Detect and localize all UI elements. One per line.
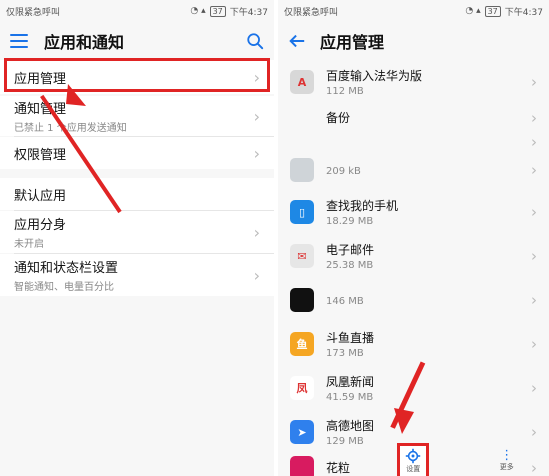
menu-item-sub: 未开启 [14, 239, 44, 250]
more-label: 更多 [499, 463, 514, 471]
signal-icon: ◔ ▴ [465, 6, 481, 16]
menu-item-default-apps[interactable]: 默认应用 [0, 178, 274, 210]
bottom-toolbar: 设置 ⋮ 更多 [362, 443, 549, 476]
right-screen: 仅限紧急呼叫 ◔ ▴ 37 下午4:37 应用管理 A 百度输入法华为版 112 M… [278, 0, 549, 476]
back-arrow-icon[interactable] [288, 32, 306, 50]
app-size: 146 MB [326, 295, 364, 307]
menu-item-permissions[interactable]: 权限管理 › [0, 137, 274, 169]
more-vertical-icon: ⋮ [500, 448, 514, 463]
app-size: 173 MB [326, 348, 364, 359]
menu-item-app-twin[interactable]: 应用分身 未开启 › [0, 211, 274, 253]
settings-button[interactable]: 设置 [397, 443, 430, 476]
signal-icon: ◔ ▴ [190, 6, 206, 16]
chevron-right-icon: › [531, 247, 537, 265]
chevron-right-icon: › [531, 73, 537, 91]
chevron-right-icon: › [531, 291, 537, 309]
app-list-item[interactable]: ▯ 查找我的手机 18.29 MB › [278, 190, 549, 234]
menu-item-sub: 智能通知、电量百分比 [14, 282, 114, 293]
menu-item-label: 默认应用 [14, 188, 67, 204]
app-icon [290, 456, 314, 476]
app-size: 25.38 MB [326, 260, 374, 271]
gear-icon [406, 448, 421, 464]
menu-item-label: 应用分身 [14, 218, 67, 233]
chevron-right-icon: › [531, 335, 537, 353]
app-icon: ▯ [290, 200, 314, 224]
highlight-box [4, 58, 270, 92]
app-icon: 鱼 [290, 332, 314, 356]
app-bar: 应用管理 [278, 22, 549, 60]
app-name: 电子邮件 [326, 243, 375, 257]
chevron-right-icon: › [531, 423, 537, 441]
left-screen: 仅限紧急呼叫 ◔ ▴ 37 下午4:37 应用和通知 应用管理 › 通知管理 已… [0, 0, 274, 476]
app-list-item[interactable]: ✉ 电子邮件 25.38 MB › [278, 234, 549, 278]
page-title: 应用和通知 [44, 33, 125, 52]
menu-item-label: 权限管理 [14, 147, 67, 163]
app-list-item[interactable]: 146 MB › [278, 278, 549, 322]
more-button[interactable]: ⋮ 更多 [499, 448, 514, 472]
app-bar: 应用和通知 [0, 22, 274, 60]
battery-icon: 37 [209, 5, 226, 17]
battery-icon: 37 [484, 5, 501, 17]
app-size: 18.29 MB [326, 216, 374, 227]
chevron-right-icon: › [253, 106, 260, 126]
chevron-right-icon: › [253, 222, 260, 242]
menu-icon[interactable] [10, 34, 28, 48]
menu-item-notifications[interactable]: 通知管理 已禁止 1 个应用发送通知 › [0, 96, 274, 136]
menu-item-sub: 已禁止 1 个应用发送通知 [14, 123, 127, 134]
app-icon: ➤ [290, 420, 314, 444]
status-bar: 仅限紧急呼叫 ◔ ▴ 37 下午4:37 [0, 0, 274, 22]
app-name: 花粒 [326, 460, 351, 475]
app-icon [290, 288, 314, 312]
app-name: 高德地图 [326, 419, 375, 433]
search-icon[interactable] [246, 32, 264, 50]
time-text: 下午4:37 [229, 7, 268, 18]
app-list-item[interactable]: 鱼斗鱼直播 173 MB › [278, 322, 549, 366]
app-name: 查找我的手机 [326, 199, 399, 213]
app-icon: 凤 [290, 376, 314, 400]
app-icon [290, 158, 314, 182]
chevron-right-icon: › [531, 203, 537, 221]
page-title: 应用管理 [320, 33, 385, 52]
menu-item-statusbar-settings[interactable]: 通知和状态栏设置 智能通知、电量百分比 › [0, 254, 274, 296]
chevron-right-icon: › [253, 143, 260, 163]
app-name: 凤凰新闻 [326, 375, 375, 389]
app-list-item[interactable]: 209 kB › [278, 148, 549, 192]
app-icon: A [290, 70, 314, 94]
app-size: 209 kB [326, 165, 361, 177]
red-arrow-head-icon [66, 84, 86, 106]
carrier-text: 仅限紧急呼叫 [6, 7, 61, 18]
status-bar: 仅限紧急呼叫 ◔ ▴ 37 下午4:37 [278, 0, 549, 22]
settings-label: 设置 [406, 465, 421, 473]
menu-item-label: 通知和状态栏设置 [14, 261, 119, 276]
app-name: 斗鱼直播 [326, 331, 375, 345]
chevron-right-icon: › [531, 161, 537, 179]
red-arrow-head-icon [394, 408, 414, 434]
app-size: 41.59 MB [326, 392, 374, 403]
chevron-right-icon: › [253, 265, 260, 285]
time-text: 下午4:37 [504, 7, 543, 18]
app-name: 百度输入法华为版 [326, 69, 423, 83]
app-icon: ✉ [290, 244, 314, 268]
carrier-text: 仅限紧急呼叫 [284, 7, 339, 18]
chevron-right-icon: › [531, 379, 537, 397]
